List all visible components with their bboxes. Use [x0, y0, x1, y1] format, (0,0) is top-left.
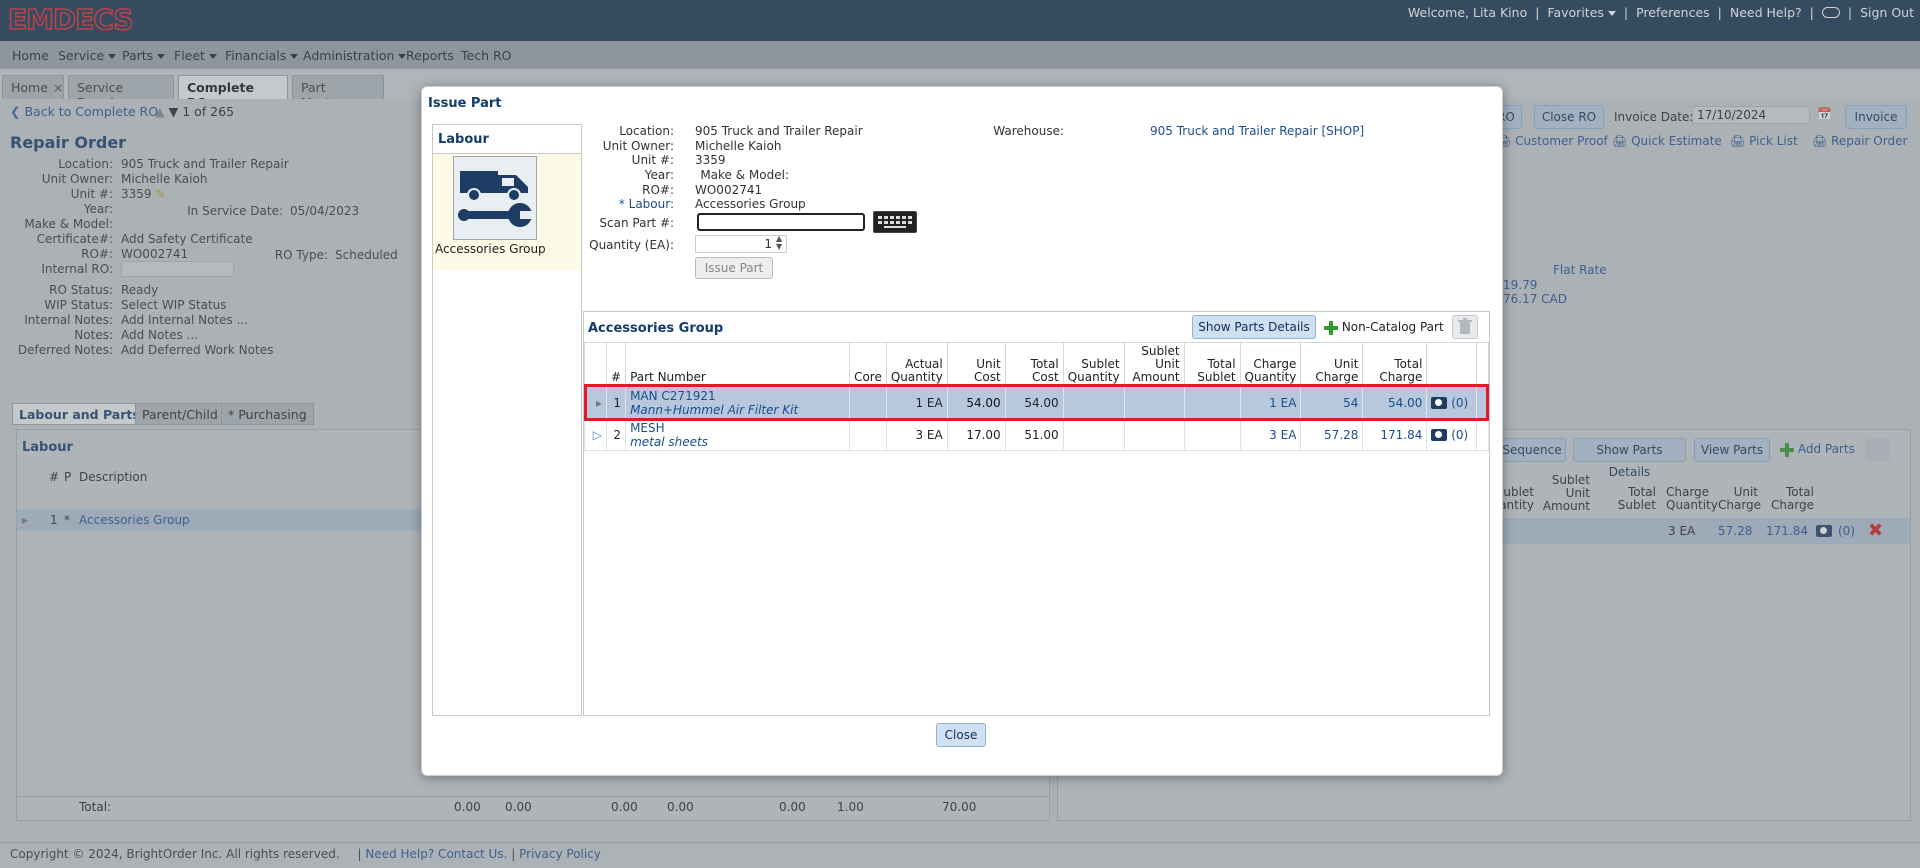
part-description: Mann+Hummel Air Filter Kit [630, 402, 799, 417]
col-sublet-quantity[interactable]: Sublet Quantity [1062, 342, 1125, 387]
ro-label: RO#: [642, 183, 674, 197]
parts-table: # Part Number Core Actual Quantity Unit … [584, 342, 1489, 451]
unit-value: 3359 [695, 153, 726, 167]
part-number[interactable]: MAN C271921 [630, 389, 845, 403]
part-number[interactable]: MESH [630, 421, 845, 435]
table-row[interactable]: ▸ 1 MAN C271921 Mann+Hummel Air Filter Ki… [584, 386, 1489, 419]
unit-cost-cell: 17.00 [946, 418, 1006, 451]
plus-icon [1324, 320, 1338, 335]
close-button[interactable]: Close [936, 723, 986, 747]
row-num: 1 [605, 386, 627, 419]
grid-title: Accessories Group [588, 321, 724, 336]
issue-part-dialog: Issue Part Labour Accessories Group Loca… [421, 86, 1503, 776]
col-actual-quantity[interactable]: Actual Quantity [885, 342, 948, 387]
show-parts-details-button[interactable]: Show Parts Details [1192, 315, 1316, 339]
truck-wrench-icon[interactable] [453, 156, 537, 240]
owner-label: Unit Owner: [602, 139, 674, 153]
scan-part-label: Scan Part #: [599, 216, 674, 230]
col-total-charge[interactable]: Total Charge [1362, 342, 1428, 387]
sublet-unit-cell [1123, 418, 1185, 451]
expand-icon[interactable]: ▸ [584, 386, 607, 419]
col-sublet-unit-amount[interactable]: Sublet Unit Amount [1123, 342, 1185, 387]
spacer-cell [1476, 418, 1489, 451]
row-num: 2 [605, 418, 627, 451]
warehouse-label: Warehouse: [993, 124, 1064, 138]
location-label: Location: [619, 124, 674, 138]
labour-item[interactable]: Accessories Group [433, 154, 581, 270]
labour-list: Labour Accessories Group [432, 124, 582, 716]
labour-value: Accessories Group [695, 197, 806, 211]
header-row: # Part Number Core Actual Quantity Unit … [584, 342, 1489, 387]
table-row[interactable]: ▷ 2 MESH metal sheets 3 EA 17.00 51.00 3 … [584, 418, 1489, 451]
labour-list-header: Labour [433, 125, 581, 154]
charge-qty-cell: 3 EA [1239, 418, 1302, 451]
col-part-number[interactable]: Part Number [625, 342, 851, 387]
attachments-cell[interactable]: (0) [1426, 386, 1478, 419]
col-num: # [605, 342, 627, 387]
part-cell[interactable]: MESH metal sheets [625, 418, 851, 451]
col-expand [584, 342, 607, 387]
location-value: 905 Truck and Trailer Repair [695, 124, 863, 138]
keyboard-icon[interactable] [873, 211, 917, 233]
camera-icon[interactable] [1431, 429, 1448, 441]
unit-charge-cell: 57.28 [1300, 418, 1364, 451]
trash-icon[interactable] [1452, 315, 1478, 339]
total-cost-cell: 54.00 [1004, 386, 1064, 419]
scan-part-input[interactable] [697, 213, 865, 231]
col-total-sublet[interactable]: Total Sublet [1183, 342, 1241, 387]
part-description: metal sheets [630, 434, 708, 449]
col-unit-charge[interactable]: Unit Charge [1300, 342, 1364, 387]
camera-icon[interactable] [1431, 397, 1448, 409]
actual-qty-cell: 1 EA [885, 386, 948, 419]
warehouse-value[interactable]: 905 Truck and Trailer Repair [SHOP] [1150, 124, 1364, 138]
total-charge-cell: 171.84 [1362, 418, 1428, 451]
year-label: Year: [644, 168, 674, 182]
make-model-label: Make & Model: [700, 168, 789, 182]
total-sublet-cell [1183, 386, 1241, 419]
dialog-title: Issue Part [428, 96, 502, 111]
core-cell [849, 386, 887, 419]
actual-qty-cell: 3 EA [885, 418, 948, 451]
unit-charge-cell: 54 [1300, 386, 1364, 419]
labour-label: * Labour: [618, 197, 674, 211]
unit-label: Unit #: [631, 153, 674, 167]
parts-grid: Accessories Group Show Parts Details Non… [583, 311, 1490, 716]
issue-part-button[interactable]: Issue Part [695, 257, 773, 279]
sublet-unit-cell [1123, 386, 1185, 419]
total-cost-cell: 51.00 [1004, 418, 1064, 451]
quantity-label: Quantity (EA): [589, 238, 674, 252]
total-sublet-cell [1183, 418, 1241, 451]
col-total-cost[interactable]: Total Cost [1004, 342, 1064, 387]
stepper-arrows-icon[interactable]: ▲ ▼ [776, 235, 782, 251]
col-unit-cost[interactable]: Unit Cost [946, 342, 1006, 387]
unit-cost-cell: 54.00 [946, 386, 1006, 419]
col-attachments [1426, 342, 1478, 387]
quantity-stepper[interactable]: 1 [695, 235, 787, 253]
total-charge-cell: 54.00 [1362, 386, 1428, 419]
charge-qty-cell: 1 EA [1239, 386, 1302, 419]
attachments-cell[interactable]: (0) [1426, 418, 1478, 451]
spacer-cell [1476, 386, 1489, 419]
part-cell[interactable]: MAN C271921 Mann+Hummel Air Filter Kit [625, 386, 851, 419]
sublet-qty-cell [1062, 386, 1125, 419]
non-catalog-part-button[interactable]: Non-Catalog Part [1324, 320, 1444, 335]
expand-icon[interactable]: ▷ [584, 418, 607, 451]
sublet-qty-cell [1062, 418, 1125, 451]
col-charge-quantity[interactable]: Charge Quantity [1239, 342, 1302, 387]
ro-value: WO002741 [695, 183, 763, 197]
owner-value: Michelle Kaioh [695, 139, 782, 153]
core-cell [849, 418, 887, 451]
col-core[interactable]: Core [849, 342, 887, 387]
col-spacer [1476, 342, 1489, 387]
labour-item-label: Accessories Group [435, 242, 546, 256]
